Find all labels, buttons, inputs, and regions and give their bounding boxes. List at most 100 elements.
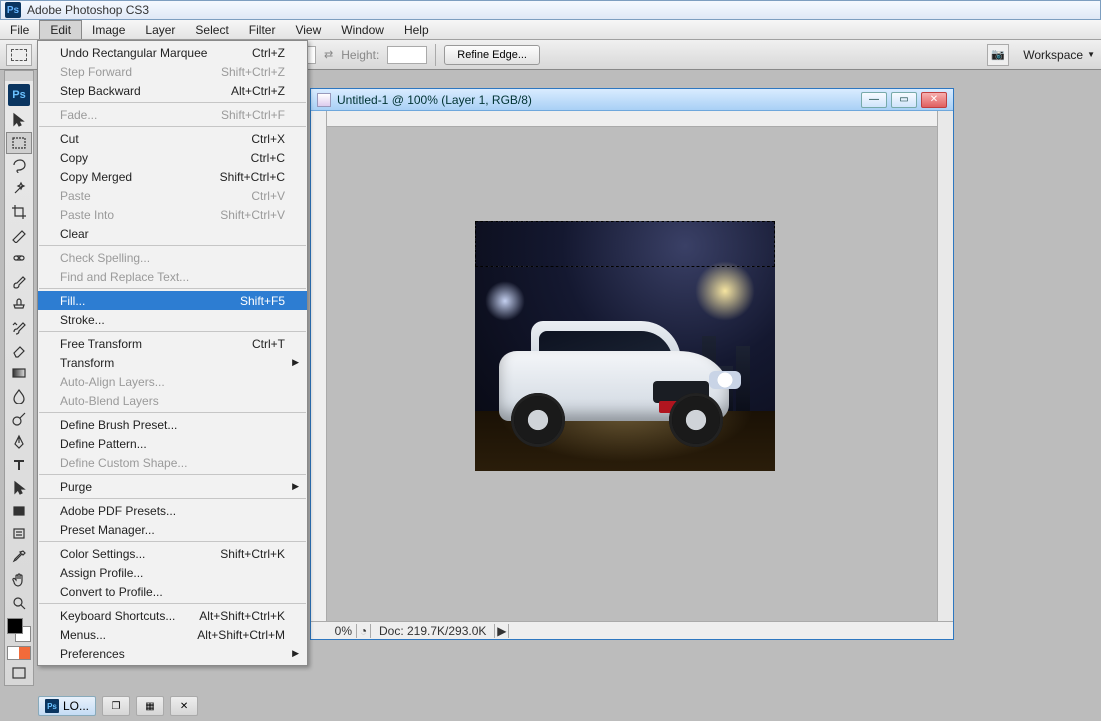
magic-wand-tool[interactable] (6, 178, 32, 200)
window-close-button[interactable]: ✕ (921, 92, 947, 108)
menuitem-color-settings[interactable]: Color Settings...Shift+Ctrl+K (38, 544, 307, 563)
menuitem-preferences[interactable]: Preferences▶ (38, 644, 307, 663)
menuitem-cut[interactable]: CutCtrl+X (38, 129, 307, 148)
slice-tool[interactable] (6, 224, 32, 246)
refine-edge-button[interactable]: Refine Edge... (444, 45, 540, 65)
canvas[interactable] (327, 127, 937, 621)
menuitem-free-transform[interactable]: Free TransformCtrl+T (38, 334, 307, 353)
blur-tool[interactable] (6, 385, 32, 407)
dodge-tool[interactable] (6, 408, 32, 430)
notes-tool[interactable] (6, 523, 32, 545)
menu-layer[interactable]: Layer (135, 20, 185, 39)
taskbar-cascade-button[interactable]: ❐ (102, 696, 130, 716)
status-icon[interactable]: ◔ (357, 624, 371, 638)
foreground-color-swatch[interactable] (7, 618, 23, 634)
menu-help[interactable]: Help (394, 20, 439, 39)
eraser-tool[interactable] (6, 339, 32, 361)
path-selection-tool[interactable] (6, 477, 32, 499)
menuitem-undo-rectangular-marquee[interactable]: Undo Rectangular MarqueeCtrl+Z (38, 43, 307, 62)
menuitem-purge[interactable]: Purge▶ (38, 477, 307, 496)
link-aspect-icon[interactable]: ⇄ (324, 48, 333, 61)
menuitem-fill[interactable]: Fill...Shift+F5 (38, 291, 307, 310)
menu-image[interactable]: Image (82, 20, 135, 39)
move-tool[interactable] (6, 109, 32, 131)
document-titlebar[interactable]: Untitled-1 @ 100% (Layer 1, RGB/8) — ▭ ✕ (311, 89, 953, 111)
window-minimize-button[interactable]: — (861, 92, 887, 108)
menuitem-label: Adobe PDF Presets... (60, 504, 176, 518)
menu-window[interactable]: Window (331, 20, 394, 39)
ps-doc-icon: Ps (45, 699, 59, 713)
menuitem-define-pattern[interactable]: Define Pattern... (38, 434, 307, 453)
menuitem-shortcut: Shift+F5 (240, 294, 285, 308)
menu-view[interactable]: View (285, 20, 331, 39)
menuitem-paste: PasteCtrl+V (38, 186, 307, 205)
hand-tool[interactable] (6, 569, 32, 591)
lasso-tool[interactable] (6, 155, 32, 177)
zoom-level[interactable]: 0% (311, 624, 357, 638)
submenu-arrow-icon: ▶ (292, 357, 299, 368)
quick-mask-toggle[interactable] (7, 646, 31, 660)
vertical-scrollbar[interactable] (937, 111, 953, 621)
menu-select[interactable]: Select (185, 20, 238, 39)
menuitem-clear[interactable]: Clear (38, 224, 307, 243)
clone-stamp-tool[interactable] (6, 293, 32, 315)
vertical-ruler[interactable] (311, 111, 327, 621)
spot-healing-tool[interactable] (6, 247, 32, 269)
rectangle-shape-tool[interactable] (6, 500, 32, 522)
menuitem-keyboard-shortcuts[interactable]: Keyboard Shortcuts...Alt+Shift+Ctrl+K (38, 606, 307, 625)
menuitem-define-brush-preset[interactable]: Define Brush Preset... (38, 415, 307, 434)
horizontal-ruler[interactable] (327, 111, 937, 127)
menuitem-label: Undo Rectangular Marquee (60, 46, 207, 60)
doc-size[interactable]: Doc: 219.7K/293.0K (371, 624, 495, 638)
window-maximize-button[interactable]: ▭ (891, 92, 917, 108)
height-input[interactable] (387, 46, 427, 64)
palette-grip[interactable] (5, 71, 33, 81)
menuitem-adobe-pdf-presets[interactable]: Adobe PDF Presets... (38, 501, 307, 520)
current-tool-preset[interactable] (6, 44, 32, 66)
menuitem-find-and-replace-text: Find and Replace Text... (38, 267, 307, 286)
brush-tool[interactable] (6, 270, 32, 292)
status-menu-arrow[interactable]: ▶ (495, 624, 509, 638)
workspace-dropdown[interactable]: Workspace ▼ (1023, 48, 1095, 62)
taskbar-tile-button[interactable]: ▦ (136, 696, 164, 716)
screen-mode-button[interactable] (6, 662, 32, 684)
menuitem-shortcut: Shift+Ctrl+V (220, 208, 285, 222)
document-title: Untitled-1 @ 100% (Layer 1, RGB/8) (337, 93, 532, 107)
menuitem-define-custom-shape: Define Custom Shape... (38, 453, 307, 472)
menuitem-copy-merged[interactable]: Copy MergedShift+Ctrl+C (38, 167, 307, 186)
color-swatches[interactable] (7, 618, 31, 642)
zoom-tool[interactable] (6, 592, 32, 614)
history-brush-tool[interactable] (6, 316, 32, 338)
menuitem-preset-manager[interactable]: Preset Manager... (38, 520, 307, 539)
menuitem-label: Find and Replace Text... (60, 270, 189, 284)
menuitem-menus[interactable]: Menus...Alt+Shift+Ctrl+M (38, 625, 307, 644)
menuitem-transform[interactable]: Transform▶ (38, 353, 307, 372)
crop-tool[interactable] (6, 201, 32, 223)
rectangular-marquee-tool[interactable] (6, 132, 32, 154)
menu-filter[interactable]: Filter (239, 20, 286, 39)
gradient-tool[interactable] (6, 362, 32, 384)
menuitem-copy[interactable]: CopyCtrl+C (38, 148, 307, 167)
menuitem-check-spelling: Check Spelling... (38, 248, 307, 267)
height-label: Height: (341, 48, 379, 62)
go-to-bridge-button[interactable]: 📷 (987, 44, 1009, 66)
menuitem-stroke[interactable]: Stroke... (38, 310, 307, 329)
menuitem-assign-profile[interactable]: Assign Profile... (38, 563, 307, 582)
pen-tool[interactable] (6, 431, 32, 453)
type-tool[interactable] (6, 454, 32, 476)
menuitem-shortcut: Alt+Shift+Ctrl+M (197, 628, 285, 642)
menu-edit[interactable]: Edit (39, 20, 82, 39)
menuitem-label: Step Forward (60, 65, 132, 79)
cascade-icon: ❐ (109, 699, 123, 713)
menuitem-label: Convert to Profile... (60, 585, 163, 599)
menuitem-step-backward[interactable]: Step BackwardAlt+Ctrl+Z (38, 81, 307, 100)
menu-file[interactable]: File (0, 20, 39, 39)
menuitem-label: Check Spelling... (60, 251, 150, 265)
eyedropper-tool[interactable] (6, 546, 32, 568)
menuitem-convert-to-profile[interactable]: Convert to Profile... (38, 582, 307, 601)
taskbar-doc-tab[interactable]: Ps LO... (38, 696, 96, 716)
taskbar-close-button[interactable]: ✕ (170, 696, 198, 716)
selection-marquee[interactable] (475, 221, 775, 267)
menuitem-label: Fade... (60, 108, 97, 122)
lasso-tool-icon (11, 158, 27, 174)
